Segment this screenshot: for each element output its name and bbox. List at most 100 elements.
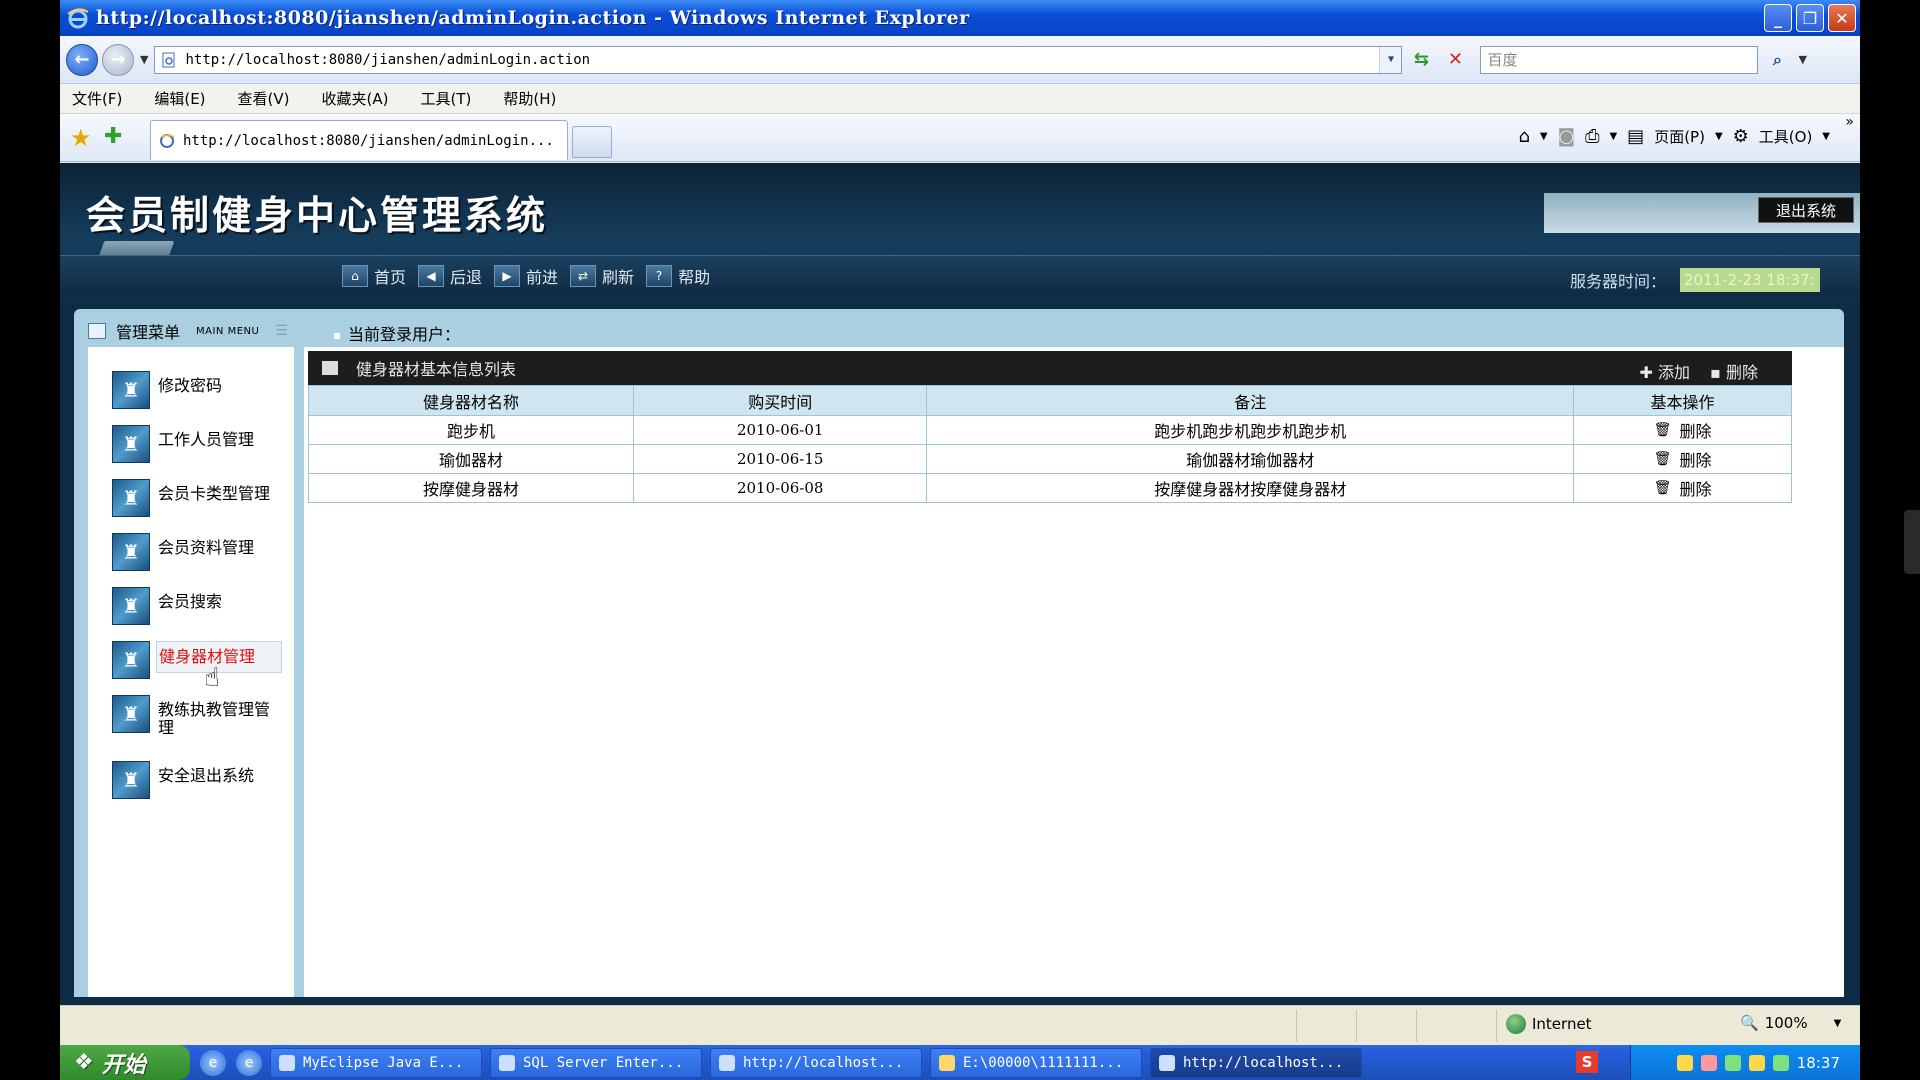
search-input[interactable]: 百度	[1480, 45, 1759, 74]
start-button[interactable]: ❖ 开始	[60, 1045, 190, 1080]
folder-icon	[939, 1054, 955, 1071]
row-delete-button[interactable]: 🗑 删除	[1654, 447, 1712, 471]
nav-home[interactable]: 首页	[374, 264, 406, 288]
user-icon: ♜	[112, 425, 150, 463]
home-dropdown-icon[interactable]: ▼	[1540, 131, 1548, 142]
side-handle[interactable]	[1904, 510, 1920, 574]
menu-edit[interactable]: 编辑(E)	[154, 88, 205, 109]
menu-favorites[interactable]: 收藏夹(A)	[322, 88, 389, 109]
system-tray: 18:37	[1630, 1045, 1860, 1080]
feeds-icon[interactable]: ◙	[1558, 126, 1575, 147]
chevron-more-icon[interactable]: »	[1845, 114, 1854, 130]
nav-forward[interactable]: 前进	[526, 264, 558, 288]
security-zone[interactable]: Internet	[1506, 1014, 1592, 1034]
sidebar-item-member-info[interactable]: ♜ 会员资料管理	[112, 533, 256, 571]
menu-title: 管理菜单	[116, 323, 181, 342]
search-options-icon[interactable]: ▼	[1798, 53, 1806, 66]
zoom-dropdown-icon[interactable]: ▼	[1834, 1018, 1842, 1029]
sidebar-item-card-types[interactable]: ♜ 会员卡类型管理	[112, 479, 272, 517]
task-myeclipse[interactable]: MyEclipse Java E...	[270, 1047, 482, 1078]
row-delete-button[interactable]: 🗑 删除	[1654, 476, 1712, 500]
print-icon[interactable]: ⎙	[1585, 126, 1599, 147]
cell-note: 跑步机跑步机跑步机跑步机	[926, 415, 1575, 445]
tools-menu[interactable]: 工具(O)	[1759, 126, 1813, 147]
back-button[interactable]: ←	[66, 43, 98, 76]
tray-icon[interactable]	[1676, 1054, 1693, 1071]
nav-refresh[interactable]: 刷新	[602, 264, 634, 288]
sidebar-item-member-search[interactable]: ♜ 会员搜索	[112, 587, 224, 625]
ime-icon[interactable]: S	[1576, 1051, 1598, 1073]
sidebar-item-change-password[interactable]: ♜ 修改密码	[112, 371, 224, 409]
search-icon[interactable]: ⌕	[1762, 45, 1792, 75]
restore-button[interactable]: ❐	[1796, 4, 1824, 32]
menu-view[interactable]: 查看(V)	[238, 88, 290, 109]
tray-icon[interactable]	[1724, 1054, 1741, 1071]
address-bar[interactable]: http://localhost:8080/jianshen/adminLogi…	[154, 45, 1403, 74]
page-menu[interactable]: 页面(P)	[1654, 126, 1705, 147]
window-title: http://localhost:8080/jianshen/adminLogi…	[96, 7, 970, 29]
menu-title-en: MAIN MENU	[196, 325, 260, 337]
tab-title: http://localhost:8080/jianshen/adminLogi…	[183, 132, 554, 149]
task-ie-2[interactable]: http://localhost...	[1150, 1047, 1362, 1078]
sidebar-item-label: 工作人员管理	[158, 430, 255, 449]
zoom-control[interactable]: 🔍 100% ▼	[1740, 1014, 1841, 1032]
cell-note: 瑜伽器材瑜伽器材	[926, 444, 1575, 474]
task-ie-1[interactable]: http://localhost...	[710, 1047, 922, 1078]
forward-button[interactable]: →	[102, 43, 134, 76]
site-title: 会员制健身中心管理系统	[86, 194, 549, 239]
menu-header: 管理菜单 MAIN MENU ☰	[88, 319, 288, 343]
cell-name: 瑜伽器材	[307, 444, 635, 474]
sidebar-item-logout[interactable]: ♜ 安全退出系统	[112, 761, 256, 799]
tools-dropdown-icon[interactable]: ▼	[1822, 131, 1830, 142]
task-sql-server[interactable]: SQL Server Enter...	[490, 1047, 702, 1078]
nav-help[interactable]: 帮助	[678, 264, 710, 288]
cell-date: 2010-06-01	[633, 415, 928, 445]
history-dropdown-icon[interactable]: ▼	[140, 53, 148, 66]
server-time-value: 2011-2-23 18:37:	[1680, 268, 1820, 292]
menu-tools[interactable]: 工具(T)	[420, 88, 471, 109]
zoom-level: 100%	[1764, 1014, 1808, 1032]
sidebar-item-coaching[interactable]: ♜ 教练执教管理管理	[112, 695, 284, 743]
close-button[interactable]: ✕	[1828, 4, 1856, 32]
menu-file[interactable]: 文件(F)	[72, 88, 122, 109]
shield-icon[interactable]	[1772, 1054, 1789, 1071]
new-tab-button[interactable]	[572, 126, 612, 158]
sidebar-item-equipment[interactable]: ♜ 健身器材管理	[112, 641, 282, 679]
cell-ops: 🗑 删除	[1573, 444, 1792, 474]
user-icon: ♜	[112, 761, 150, 799]
home-icon[interactable]: ⌂	[1518, 126, 1529, 147]
tray-icon[interactable]	[1700, 1054, 1717, 1071]
row-delete-label: 删除	[1679, 422, 1712, 441]
quicklaunch-ie-icon[interactable]: e	[200, 1049, 226, 1076]
add-favorites-icon[interactable]: ✚	[104, 124, 122, 149]
delete-button[interactable]: ▪ 删除	[1710, 359, 1758, 383]
tab-bar: ★ ✚ http://localhost:8080/jianshen/admin…	[60, 114, 1860, 162]
tray-icon[interactable]	[1748, 1054, 1765, 1071]
logout-button[interactable]: 退出系统	[1758, 197, 1854, 223]
browser-tab[interactable]: http://localhost:8080/jianshen/adminLogi…	[150, 120, 568, 160]
help-nav-icon: ?	[646, 265, 673, 287]
hand-cursor-icon: ☝	[204, 663, 220, 693]
sidebar-item-staff[interactable]: ♜ 工作人员管理	[112, 425, 256, 463]
menu-grid-icon	[88, 323, 106, 339]
user-icon: ♜	[112, 371, 150, 409]
print-dropdown-icon[interactable]: ▼	[1609, 131, 1617, 142]
cell-ops: 🗑 删除	[1573, 473, 1792, 503]
row-delete-button[interactable]: 🗑 删除	[1654, 418, 1712, 442]
app-icon	[499, 1054, 515, 1071]
app-icon	[279, 1054, 295, 1071]
address-dropdown-icon[interactable]: ▼	[1379, 46, 1402, 73]
user-icon: ♜	[112, 695, 150, 733]
task-explorer[interactable]: E:\00000\1111111...	[930, 1047, 1142, 1078]
menu-help[interactable]: 帮助(H)	[503, 88, 556, 109]
minimize-button[interactable]: _	[1764, 4, 1792, 32]
refresh-icon[interactable]: ⇆	[1406, 45, 1436, 75]
favorites-star-icon[interactable]: ★	[70, 124, 92, 152]
add-button[interactable]: ✚ 添加	[1640, 359, 1691, 383]
nav-back[interactable]: 后退	[450, 264, 482, 288]
page-dropdown-icon[interactable]: ▼	[1715, 131, 1723, 142]
stop-icon[interactable]: ✕	[1440, 45, 1470, 75]
app-icon	[1159, 1054, 1175, 1071]
quicklaunch-ie2-icon[interactable]: e	[236, 1049, 262, 1076]
col-note: 备注	[926, 385, 1575, 416]
